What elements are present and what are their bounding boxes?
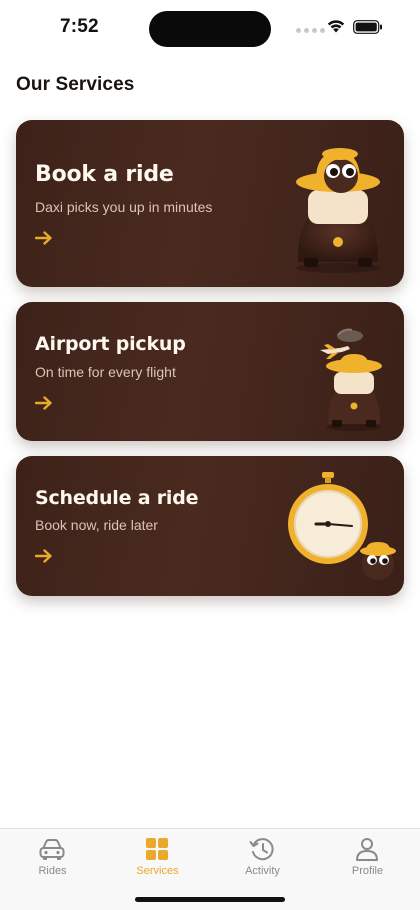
- grid-icon: [146, 838, 168, 860]
- card-subtitle: Daxi picks you up in minutes: [35, 199, 213, 215]
- airport-pickup-card[interactable]: Airport pickup On time for every flight: [16, 302, 404, 441]
- tab-activity[interactable]: Activity: [210, 829, 315, 889]
- tab-label: Rides: [38, 865, 67, 877]
- card-title: Book a ride: [35, 162, 174, 187]
- dynamic-island: [149, 11, 271, 47]
- page-title: Our Services: [16, 74, 135, 95]
- tab-label: Services: [136, 865, 179, 877]
- driver-mascot-icon: [296, 148, 380, 273]
- card-subtitle: On time for every flight: [35, 364, 176, 380]
- tab-label: Activity: [245, 865, 280, 877]
- person-icon: [356, 838, 378, 861]
- arrow-right-icon: [35, 549, 52, 563]
- clock-mascot-icon: [288, 472, 396, 580]
- schedule-a-ride-card[interactable]: Schedule a ride Book now, ride later: [16, 456, 404, 596]
- tab-profile[interactable]: Profile: [315, 829, 420, 889]
- card-title: Schedule a ride: [35, 487, 199, 509]
- status-bar: 7:52: [0, 0, 420, 58]
- arrow-right-icon: [35, 231, 52, 245]
- history-icon: [249, 838, 274, 861]
- book-a-ride-card[interactable]: Book a ride Daxi picks you up in minutes: [16, 120, 404, 287]
- home-indicator[interactable]: [135, 897, 285, 902]
- arrow-right-icon: [35, 396, 52, 410]
- signal-dots-icon: [296, 28, 325, 33]
- airport-mascot-icon: [320, 328, 382, 431]
- battery-icon: [353, 20, 382, 34]
- wifi-icon: [327, 20, 345, 33]
- tab-label: Profile: [351, 865, 384, 877]
- card-title: Airport pickup: [35, 333, 186, 355]
- tab-services[interactable]: Services: [105, 829, 210, 889]
- car-icon: [39, 839, 65, 860]
- status-time: 7:52: [60, 16, 99, 37]
- tab-rides[interactable]: Rides: [0, 829, 105, 889]
- card-subtitle: Book now, ride later: [35, 517, 158, 533]
